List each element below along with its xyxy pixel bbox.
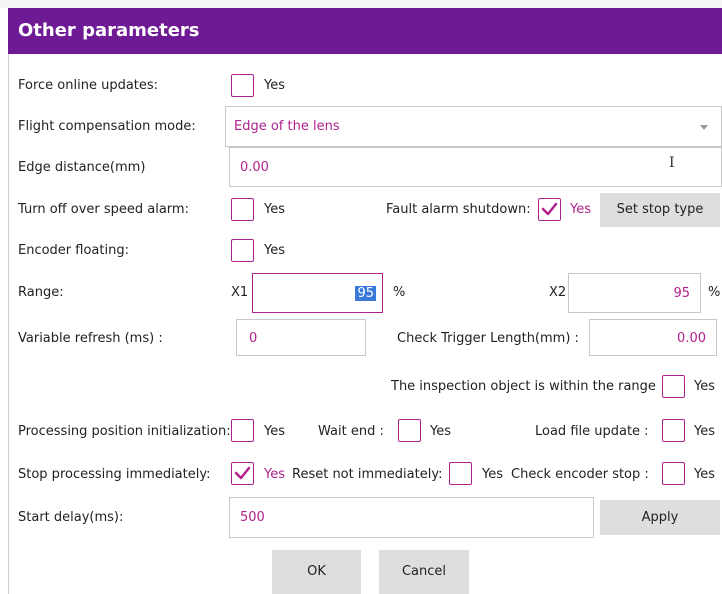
- fault-alarm-shutdown-label: Fault alarm shutdown:: [386, 202, 531, 217]
- inspection-within-range-yes-label: Yes: [694, 379, 715, 394]
- stop-processing-immediately-label: Stop processing immediately:: [18, 467, 211, 482]
- processing-position-initialization-yes-label: Yes: [264, 424, 285, 439]
- start-delay-value: 500: [240, 510, 265, 525]
- variable-refresh-input[interactable]: 0: [236, 319, 366, 356]
- processing-position-initialization-label: Processing position initialization:: [18, 424, 231, 439]
- force-online-updates-label: Force online updates:: [18, 78, 159, 93]
- range-x2-input[interactable]: 95: [568, 273, 701, 313]
- edge-distance-label: Edge distance(mm): [18, 160, 146, 175]
- range-x2-label: X2: [549, 285, 567, 300]
- variable-refresh-value: 0: [249, 331, 258, 346]
- check-trigger-length-input[interactable]: 0.00: [589, 319, 717, 356]
- range-x1-unit: %: [393, 285, 406, 300]
- load-file-update-yes-label: Yes: [694, 424, 715, 439]
- check-trigger-length-label: Check Trigger Length(mm) :: [397, 331, 579, 346]
- flight-compensation-mode-select[interactable]: Edge of the lens: [225, 106, 722, 147]
- edge-distance-value: 0.00: [240, 160, 269, 175]
- check-encoder-stop-yes-label: Yes: [694, 467, 715, 482]
- range-x1-input[interactable]: 95: [252, 273, 383, 313]
- encoder-floating-checkbox[interactable]: [231, 239, 254, 262]
- fault-alarm-shutdown-yes-label: Yes: [570, 202, 591, 217]
- inspection-within-range-label: The inspection object is within the rang…: [391, 379, 656, 394]
- check-encoder-stop-checkbox[interactable]: [662, 462, 685, 485]
- encoder-floating-yes-label: Yes: [264, 243, 285, 258]
- flight-compensation-mode-label: Flight compensation mode:: [18, 119, 196, 134]
- checkmark-icon: [541, 202, 558, 216]
- range-x1-value: 95: [355, 286, 376, 301]
- force-online-updates-checkbox[interactable]: [231, 74, 254, 97]
- dialog-left-border: [8, 54, 9, 594]
- window-top-strip: [0, 0, 722, 8]
- start-delay-label: Start delay(ms):: [18, 510, 124, 525]
- dialog-title: Other parameters: [8, 8, 722, 54]
- force-online-updates-yes-label: Yes: [264, 78, 285, 93]
- range-x1-label: X1: [231, 285, 249, 300]
- wait-end-yes-label: Yes: [430, 424, 451, 439]
- encoder-floating-label: Encoder floating:: [18, 243, 129, 258]
- set-stop-type-button[interactable]: Set stop type: [600, 193, 720, 227]
- stop-processing-immediately-yes-label: Yes: [264, 467, 285, 482]
- turn-off-over-speed-alarm-checkbox[interactable]: [231, 198, 254, 221]
- load-file-update-label: Load file update :: [535, 424, 649, 439]
- reset-not-immediately-checkbox[interactable]: [449, 462, 472, 485]
- range-x2-value: 95: [673, 286, 690, 301]
- start-delay-input[interactable]: 500: [229, 497, 594, 538]
- variable-refresh-label: Variable refresh (ms) :: [18, 331, 163, 346]
- chevron-down-icon[interactable]: [700, 125, 708, 130]
- flight-compensation-mode-value: Edge of the lens: [234, 119, 340, 134]
- reset-not-immediately-label: Reset not immediately:: [292, 467, 443, 482]
- text-cursor-icon: I: [669, 155, 675, 171]
- ok-button[interactable]: OK: [272, 550, 361, 594]
- apply-button[interactable]: Apply: [600, 500, 720, 535]
- range-label: Range:: [18, 285, 64, 300]
- cancel-button[interactable]: Cancel: [379, 550, 469, 594]
- range-x2-unit: %: [708, 285, 721, 300]
- processing-position-initialization-checkbox[interactable]: [231, 419, 254, 442]
- edge-distance-input[interactable]: 0.00: [229, 147, 722, 187]
- check-encoder-stop-label: Check encoder stop :: [511, 467, 649, 482]
- stop-processing-immediately-checkbox[interactable]: [231, 462, 254, 485]
- turn-off-over-speed-alarm-label: Turn off over speed alarm:: [18, 202, 189, 217]
- load-file-update-checkbox[interactable]: [662, 419, 685, 442]
- reset-not-immediately-yes-label: Yes: [482, 467, 503, 482]
- inspection-within-range-checkbox[interactable]: [662, 375, 685, 398]
- fault-alarm-shutdown-checkbox[interactable]: [538, 198, 561, 221]
- wait-end-label: Wait end :: [318, 424, 384, 439]
- turn-off-over-speed-alarm-yes-label: Yes: [264, 202, 285, 217]
- wait-end-checkbox[interactable]: [398, 419, 421, 442]
- check-trigger-length-value: 0.00: [677, 331, 706, 346]
- checkmark-icon: [234, 466, 251, 480]
